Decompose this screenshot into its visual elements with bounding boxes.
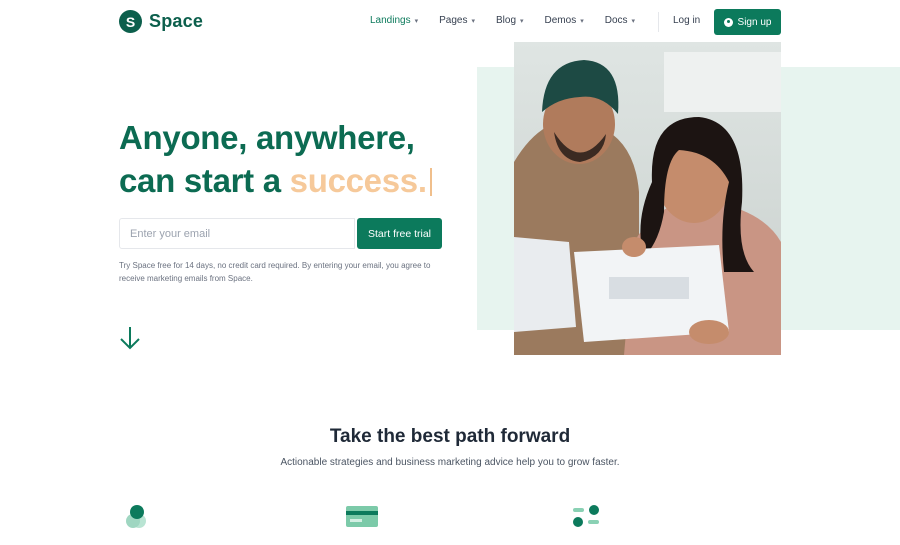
- nav-item-docs[interactable]: Docs ▾: [605, 15, 635, 26]
- chevron-down-icon: ▾: [520, 17, 524, 25]
- headline-prefix: can start a: [119, 162, 290, 199]
- signup-label: Sign up: [737, 16, 772, 28]
- hero-photo: [514, 42, 781, 355]
- nav-item-pages[interactable]: Pages ▾: [439, 15, 475, 26]
- arrow-down-icon[interactable]: [119, 326, 141, 350]
- hero-headline: Anyone, anywhere, can start a success.: [119, 116, 432, 202]
- chevron-down-icon: ▾: [631, 17, 636, 25]
- main-menu: Landings ▾ Pages ▾ Blog ▾ Demos ▾ Docs ▾: [370, 15, 656, 26]
- top-navbar: S Space Landings ▾ Pages ▾ Blog ▾ Demos …: [0, 0, 900, 44]
- nav-label: Blog: [495, 15, 516, 26]
- logo-text: Space: [149, 11, 204, 31]
- circles-icon: [126, 505, 146, 528]
- nav-item-landings[interactable]: Landings ▾: [370, 15, 418, 26]
- headline-line-2: can start a success.: [119, 159, 432, 202]
- hero-photo-illustration: [514, 42, 781, 355]
- nav-divider: [658, 12, 659, 32]
- nav-label: Demos: [544, 15, 577, 26]
- chevron-down-icon: ▾: [580, 17, 584, 25]
- signup-button[interactable]: Sign up: [714, 9, 781, 35]
- logo-mark: S: [119, 10, 142, 33]
- chevron-down-icon: ▾: [414, 17, 419, 25]
- logo[interactable]: S Space: [119, 10, 203, 33]
- nav-label: Pages: [439, 15, 468, 26]
- toggles-icon: [573, 505, 599, 527]
- email-input[interactable]: Enter your email: [119, 218, 355, 249]
- nav-item-demos[interactable]: Demos ▾: [545, 15, 584, 26]
- section-title: Take the best path forward: [329, 426, 571, 447]
- login-link[interactable]: Log in: [673, 15, 700, 26]
- chevron-down-icon: ▾: [471, 17, 475, 25]
- user-icon: [723, 17, 733, 27]
- headline-highlight: success.: [289, 162, 427, 199]
- credit-card-icon: [346, 506, 378, 527]
- nav-label: Docs: [604, 15, 628, 26]
- start-trial-button[interactable]: Start free trial: [357, 218, 442, 249]
- headline-line-1: Anyone, anywhere,: [119, 119, 415, 156]
- nav-label: Landings: [370, 15, 411, 26]
- trial-disclaimer: Try Space free for 14 days, no credit ca…: [119, 261, 431, 283]
- section-subtitle: Actionable strategies and business marke…: [280, 457, 620, 468]
- nav-item-blog[interactable]: Blog ▾: [496, 15, 524, 26]
- typing-cursor: [429, 168, 432, 196]
